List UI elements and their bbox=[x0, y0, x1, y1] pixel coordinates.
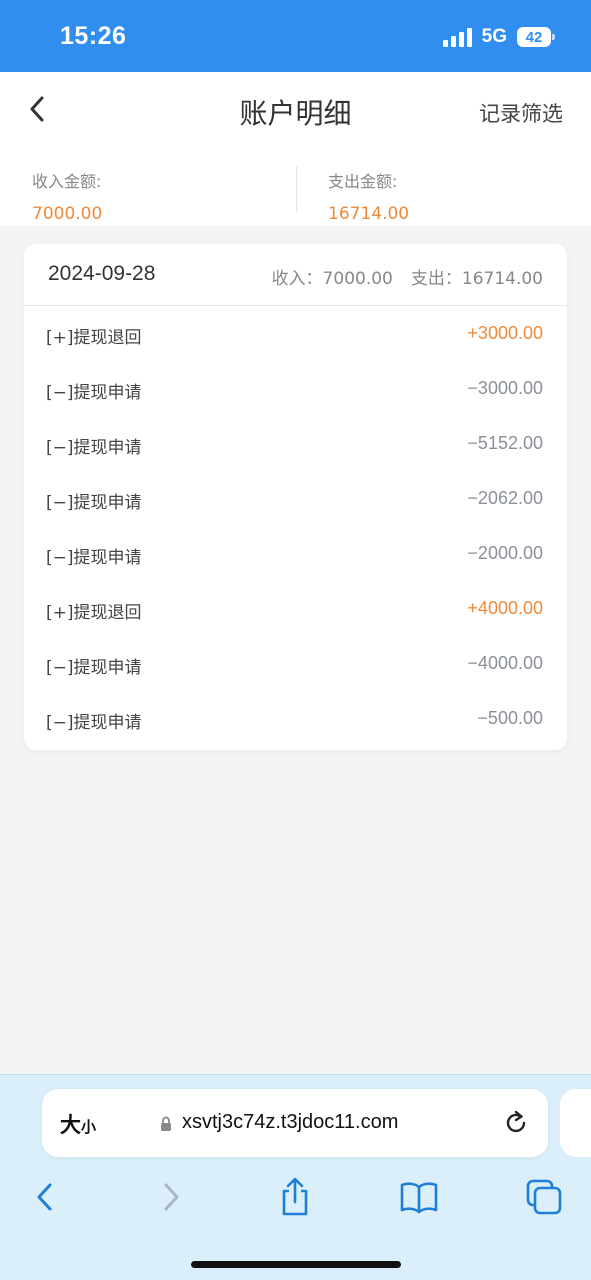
record-row[interactable]: [+]提现退回 +3000.00 bbox=[24, 306, 567, 361]
record-label: [−]提现申请 bbox=[46, 713, 142, 733]
record-row[interactable]: [−]提现申请 −2062.00 bbox=[24, 471, 567, 526]
book-icon bbox=[400, 1182, 438, 1214]
home-indicator bbox=[191, 1261, 401, 1268]
expense-label: 支出金额: bbox=[328, 172, 398, 191]
share-icon bbox=[282, 1177, 308, 1216]
record-amount: +3000.00 bbox=[467, 323, 543, 343]
record-amount: −5152.00 bbox=[467, 433, 543, 453]
expense-summary: 支出金额: 16714.00 bbox=[328, 168, 409, 224]
record-filter-button[interactable]: 记录筛选 bbox=[479, 98, 563, 128]
text-size-button[interactable]: 大小 bbox=[60, 1109, 96, 1139]
day-header: 2024-09-28 收入：7000.00 支出：16714.00 bbox=[24, 244, 567, 306]
day-date: 2024-09-28 bbox=[48, 262, 156, 285]
record-label: [−]提现申请 bbox=[46, 658, 142, 678]
day-totals: 收入：7000.00 支出：16714.00 bbox=[272, 264, 543, 289]
text-size-small: 小 bbox=[81, 1118, 97, 1136]
status-bar: 15:26 5G 42 bbox=[0, 0, 591, 72]
battery-level: 42 bbox=[525, 28, 543, 46]
record-row[interactable]: [−]提现申请 −4000.00 bbox=[24, 636, 567, 691]
browser-bottom-bar: 大小 xsvtj3c74z.t3jdoc11.com bbox=[0, 1074, 591, 1280]
battery-icon: 42 bbox=[517, 27, 555, 47]
nav-header: 账户明细 记录筛选 bbox=[0, 72, 591, 148]
income-value: 7000.00 bbox=[32, 204, 103, 224]
bookmarks-button[interactable] bbox=[399, 1177, 439, 1217]
record-row[interactable]: [+]提现退回 +4000.00 bbox=[24, 581, 567, 636]
record-row[interactable]: [−]提现申请 −2000.00 bbox=[24, 526, 567, 581]
signal-icon bbox=[442, 27, 472, 47]
record-amount: −500.00 bbox=[477, 708, 543, 728]
address-bar[interactable]: 大小 xsvtj3c74z.t3jdoc11.com bbox=[42, 1089, 548, 1157]
record-label: [−]提现申请 bbox=[46, 548, 142, 568]
record-amount: −2000.00 bbox=[467, 543, 543, 563]
status-time: 15:26 bbox=[60, 22, 127, 50]
record-label: [+]提现退回 bbox=[46, 328, 142, 348]
text-size-big: 大 bbox=[60, 1113, 81, 1137]
url-text: xsvtj3c74z.t3jdoc11.com bbox=[182, 1111, 399, 1133]
record-amount: +4000.00 bbox=[467, 598, 543, 618]
browser-forward-button[interactable] bbox=[152, 1177, 192, 1217]
browser-back-button[interactable] bbox=[24, 1177, 64, 1217]
status-indicators: 5G 42 bbox=[442, 26, 555, 48]
record-row[interactable]: [−]提现申请 −3000.00 bbox=[24, 361, 567, 416]
record-amount: −3000.00 bbox=[467, 378, 543, 398]
tabs-button[interactable] bbox=[524, 1177, 564, 1217]
record-list: [+]提现退回 +3000.00 [−]提现申请 −3000.00 [−]提现申… bbox=[24, 306, 567, 746]
record-row[interactable]: [−]提现申请 −5152.00 bbox=[24, 416, 567, 471]
expense-value: 16714.00 bbox=[328, 204, 410, 224]
day-income: 收入：7000.00 bbox=[271, 269, 393, 289]
browser-toolbar bbox=[0, 1173, 591, 1223]
record-row[interactable]: [−]提现申请 −500.00 bbox=[24, 691, 567, 746]
next-tab-preview[interactable] bbox=[560, 1089, 591, 1157]
share-button[interactable] bbox=[275, 1177, 315, 1217]
income-label: 收入金额: bbox=[32, 172, 102, 191]
record-label: [−]提现申请 bbox=[46, 383, 142, 403]
day-record-card: 2024-09-28 收入：7000.00 支出：16714.00 [+]提现退… bbox=[24, 244, 567, 750]
reload-icon[interactable] bbox=[502, 1109, 530, 1137]
record-label: [−]提现申请 bbox=[46, 493, 142, 513]
chevron-right-icon bbox=[164, 1183, 179, 1211]
record-label: [−]提现申请 bbox=[46, 438, 142, 458]
network-type: 5G bbox=[481, 26, 507, 47]
lock-icon bbox=[161, 1116, 171, 1131]
chevron-left-icon bbox=[37, 1183, 52, 1211]
record-label: [+]提现退回 bbox=[46, 603, 142, 623]
income-summary: 收入金额: 7000.00 bbox=[32, 168, 102, 224]
summary-divider bbox=[296, 166, 297, 212]
day-expense: 支出：16714.00 bbox=[410, 269, 543, 289]
record-amount: −2062.00 bbox=[467, 488, 543, 508]
summary-panel: 收入金额: 7000.00 支出金额: 16714.00 bbox=[0, 148, 591, 226]
record-amount: −4000.00 bbox=[467, 653, 543, 673]
tabs-icon bbox=[526, 1179, 562, 1215]
